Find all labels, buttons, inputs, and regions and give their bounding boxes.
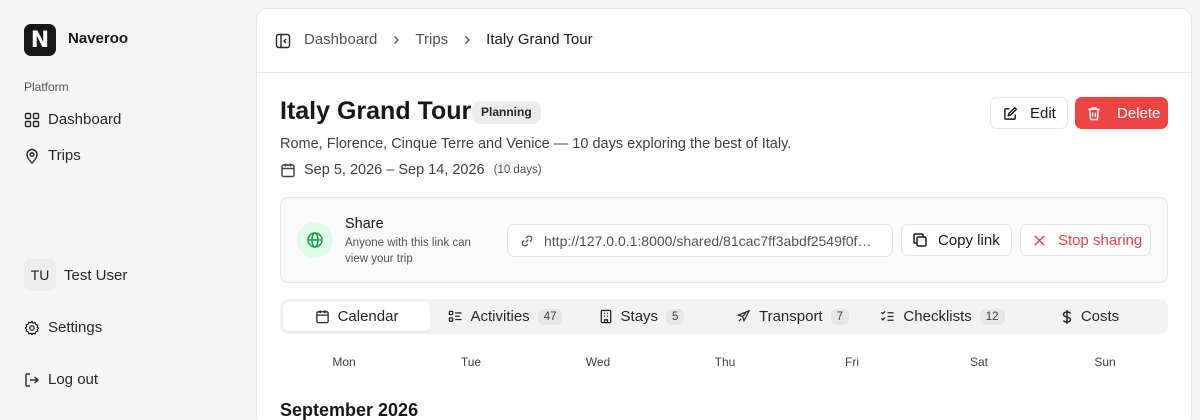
close-icon (1034, 234, 1045, 246)
calendar-month-title: September 2026 (280, 400, 419, 420)
avatar: TU (24, 259, 56, 291)
sidebar-item-label: Dashboard (48, 111, 122, 128)
list-icon (448, 310, 462, 322)
brand[interactable]: N Naveroo (24, 24, 128, 56)
logout-icon (25, 372, 40, 387)
tab-stays[interactable]: Stays 5 (580, 302, 703, 331)
logout-label: Log out (48, 371, 99, 388)
tab-activities[interactable]: Activities 47 (430, 302, 580, 331)
share-link-text: http://127.0.0.1:8000/shared/81cac7ff3ab… (544, 232, 872, 249)
share-title: Share (345, 216, 384, 232)
chevron-right-icon (465, 35, 471, 44)
trip-dates: Sep 5, 2026 – Sep 14, 2026 (10 days) (280, 162, 542, 178)
breadcrumb-trips[interactable]: Trips (415, 31, 448, 48)
edit-label: Edit (1030, 104, 1056, 122)
gear-icon (24, 320, 40, 335)
tab-count: 7 (830, 308, 850, 325)
copy-link-button[interactable]: Copy link (901, 224, 1012, 256)
tab-label: Activities (470, 308, 530, 325)
sidebar-item-settings[interactable]: Settings (24, 319, 102, 336)
dollar-icon (1062, 309, 1072, 324)
sidebar-section-label: Platform (24, 80, 69, 94)
tab-count: 12 (979, 308, 1005, 325)
sidebar: N Naveroo Platform Dashboard Trips TU Te… (0, 0, 256, 420)
tab-costs[interactable]: Costs (1055, 302, 1125, 331)
tab-count: 47 (537, 308, 563, 325)
stop-sharing-button[interactable]: Stop sharing (1020, 224, 1151, 256)
copy-icon (913, 233, 927, 247)
sidebar-item-label: Trips (48, 147, 81, 164)
building-icon (600, 309, 611, 324)
breadcrumb-current: Italy Grand Tour (486, 31, 593, 48)
app-name: Naveroo (68, 29, 129, 47)
edit-icon (1004, 106, 1018, 120)
weekday-label: Sat (969, 355, 988, 369)
copy-link-label: Copy link (938, 231, 1000, 249)
weekday-label: Mon (332, 355, 356, 369)
share-link-field[interactable]: http://127.0.0.1:8000/shared/81cac7ff3ab… (507, 224, 893, 257)
chevron-right-icon (394, 35, 400, 44)
tab-label: Transport (758, 308, 823, 325)
tab-checklists[interactable]: Checklists 12 (880, 302, 1005, 331)
logout-button[interactable]: Log out (24, 371, 98, 388)
sidebar-toggle-icon[interactable] (275, 33, 291, 49)
delete-button[interactable]: Delete (1075, 97, 1168, 129)
globe-icon (307, 232, 323, 248)
share-subtitle: Anyone with this link can view your trip (345, 237, 471, 265)
trip-tabs: Calendar Activities 47 Stays 5 Transport… (280, 299, 1168, 334)
map-pin-icon (26, 148, 38, 164)
status-badge: Planning (472, 101, 541, 124)
tab-label: Calendar (337, 308, 399, 325)
grid-icon (24, 112, 40, 127)
settings-label: Settings (48, 319, 103, 336)
tab-transport[interactable]: Transport 7 (730, 302, 855, 331)
sidebar-item-dashboard[interactable]: Dashboard (24, 111, 121, 128)
sidebar-item-trips[interactable]: Trips (24, 147, 81, 164)
app-logo: N (24, 24, 56, 56)
tab-label: Costs (1080, 308, 1120, 325)
tab-label: Checklists (903, 308, 972, 325)
user-menu[interactable]: TU Test User (24, 259, 127, 291)
weekday-label: Fri (845, 355, 859, 369)
link-icon (521, 234, 533, 247)
plane-icon (736, 309, 751, 323)
tab-label: Stays (620, 308, 659, 325)
calendar-icon (315, 310, 329, 324)
page-title: Italy Grand Tour (280, 97, 472, 125)
top-bar: Dashboard Trips Italy Grand Tour (257, 9, 1191, 73)
edit-button[interactable]: Edit (990, 97, 1068, 129)
weekday-label: Sun (1094, 355, 1116, 369)
trip-duration: (10 days) (493, 164, 542, 176)
breadcrumb-dashboard[interactable]: Dashboard (304, 31, 377, 48)
stop-sharing-label: Stop sharing (1058, 231, 1143, 249)
tab-count: 5 (666, 308, 685, 325)
tab-calendar[interactable]: Calendar (283, 302, 430, 331)
breadcrumb: Dashboard Trips Italy Grand Tour (304, 31, 593, 48)
weekday-label: Tue (460, 355, 482, 369)
share-icon-badge (297, 222, 333, 258)
user-name: Test User (64, 266, 128, 284)
date-range: Sep 5, 2026 – Sep 14, 2026 (304, 162, 485, 178)
trash-icon (1088, 106, 1100, 120)
weekday-label: Thu (714, 355, 736, 369)
main-panel: Dashboard Trips Italy Grand Tour Italy G… (256, 8, 1192, 420)
share-card: Share Anyone with this link can view you… (280, 197, 1168, 283)
weekday-label: Wed (585, 355, 611, 369)
calendar-icon (281, 163, 295, 178)
delete-label: Delete (1117, 104, 1161, 122)
checklist-icon (881, 310, 895, 321)
trip-description: Rome, Florence, Cinque Terre and Venice … (280, 136, 792, 152)
